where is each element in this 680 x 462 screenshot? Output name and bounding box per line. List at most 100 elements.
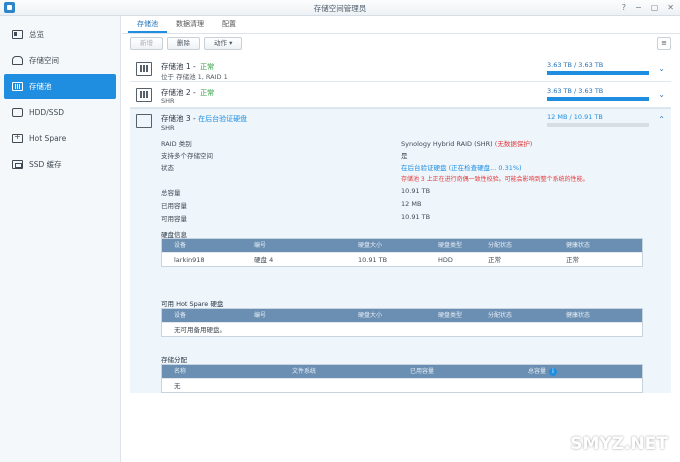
storage-pool-icon bbox=[136, 114, 152, 128]
pool-usage-fill bbox=[547, 97, 649, 101]
column-header: 编号 bbox=[254, 312, 267, 319]
column-header: 设备 bbox=[174, 242, 187, 249]
close-button[interactable]: ✕ bbox=[667, 2, 674, 13]
pool-name: 存储池 2 bbox=[161, 88, 191, 97]
volume-icon bbox=[12, 56, 23, 65]
sidebar-item-storage-pool[interactable]: 存储池 bbox=[4, 74, 116, 99]
pool-row[interactable]: 存储池 2 - 正常 SHR 3.63 TB / 3.63 TB ⌄ bbox=[130, 83, 671, 108]
column-header: 分配状态 bbox=[488, 242, 513, 249]
column-header: 健康状态 bbox=[566, 312, 591, 319]
chevron-down-icon[interactable]: ⌄ bbox=[658, 64, 665, 73]
pool-usage-bar bbox=[547, 71, 649, 75]
column-header: 硬盘大小 bbox=[358, 312, 383, 319]
table-header: 设备 编号 硬盘大小 硬盘类型 分配状态 健康状态 bbox=[162, 239, 642, 252]
table-row: 无可用备用硬盘。 bbox=[162, 322, 642, 336]
pool-usage-bar bbox=[547, 97, 649, 101]
table-row: 无 bbox=[162, 378, 642, 392]
pool-name: 存储池 3 bbox=[161, 114, 191, 123]
pool-usage-fill bbox=[547, 71, 649, 75]
empty-message: 无可用备用硬盘。 bbox=[174, 326, 226, 334]
chevron-up-icon[interactable]: ⌃ bbox=[658, 115, 665, 124]
column-header: 文件系统 bbox=[292, 368, 317, 375]
column-header: 硬盘类型 bbox=[438, 242, 463, 249]
hot-spare-icon bbox=[12, 132, 23, 143]
multi-volume-value: 是 bbox=[401, 152, 408, 160]
title-bar: 存储空间管理员 ? − ▢ ✕ bbox=[0, 0, 680, 16]
raid-type-label: RAID 类别 bbox=[161, 140, 192, 148]
storage-pool-icon bbox=[136, 88, 152, 102]
tab-divider bbox=[122, 33, 680, 34]
sidebar-item-label: 存储空间 bbox=[29, 56, 59, 65]
storage-pool-icon bbox=[136, 62, 152, 76]
used-capacity-label: 已用容量 bbox=[161, 202, 187, 210]
table-cell: HDD bbox=[438, 256, 453, 264]
column-header: 编号 bbox=[254, 242, 267, 249]
pool-capacity: 3.63 TB / 3.63 TB bbox=[547, 61, 604, 69]
sidebar-item-volume[interactable]: 存储空间 bbox=[4, 48, 116, 73]
disk-info-table: 设备 编号 硬盘大小 硬盘类型 分配状态 健康状态 larkin918 硬盘 4… bbox=[161, 238, 643, 267]
column-header: 硬盘类型 bbox=[438, 312, 463, 319]
status-label: 状态 bbox=[161, 164, 174, 172]
site-watermark: SMYZ.NET bbox=[570, 434, 668, 454]
table-header: 设备 编号 硬盘大小 硬盘类型 分配状态 健康状态 bbox=[162, 309, 642, 322]
table-row[interactable]: larkin918 硬盘 4 10.91 TB HDD 正常 正常 bbox=[162, 252, 642, 266]
action-dropdown[interactable]: 动作 ▾ bbox=[204, 37, 243, 50]
status-value: 在后台验证硬盘 (正在检查硬盘... 0.31%) bbox=[401, 164, 522, 172]
pool-capacity: 12 MB / 10.91 TB bbox=[547, 113, 603, 121]
column-header: 设备 bbox=[174, 312, 187, 319]
create-button[interactable]: 新增 bbox=[130, 37, 163, 50]
sidebar-item-overview[interactable]: 总览 bbox=[4, 22, 116, 47]
toolbar: 新增 删除 动作 ▾ bbox=[130, 37, 243, 50]
available-capacity-label: 可用容量 bbox=[161, 215, 187, 223]
sidebar-item-ssd-cache[interactable]: SSD 缓存 bbox=[4, 152, 116, 177]
empty-message: 无 bbox=[174, 382, 181, 390]
window-title: 存储空间管理员 bbox=[313, 4, 367, 13]
sidebar-item-label: HDD/SSD bbox=[29, 108, 65, 117]
table-cell: 正常 bbox=[566, 256, 579, 264]
pool-name: 存储池 1 bbox=[161, 62, 191, 71]
pool-capacity: 3.63 TB / 3.63 TB bbox=[547, 87, 604, 95]
pool-description: SHR bbox=[161, 124, 175, 132]
pool-description: 位于 存储池 1, RAID 1 bbox=[161, 73, 228, 81]
multi-volume-label: 支持多个存储空间 bbox=[161, 152, 213, 160]
raid-type-note: (无数据保护) bbox=[494, 140, 533, 148]
sidebar-item-label: Hot Spare bbox=[29, 134, 67, 143]
pool-status: 在后台验证硬盘 bbox=[198, 115, 248, 123]
table-cell: 10.91 TB bbox=[358, 256, 388, 264]
storage-manager-window: 存储空间管理员 ? − ▢ ✕ 总览 存储空间 存储池 HDD/SSD Hot … bbox=[0, 0, 680, 462]
tab-data-scrubbing[interactable]: 数据清理 bbox=[167, 16, 213, 33]
pool-details-panel: 存储池 3 - 在后台验证硬盘 SHR 12 MB / 10.91 TB ⌃ R… bbox=[130, 108, 671, 393]
column-header: 名称 bbox=[174, 368, 187, 375]
hot-spare-table: 设备 编号 硬盘大小 硬盘类型 分配状态 健康状态 无可用备用硬盘。 bbox=[161, 308, 643, 337]
column-header: 健康状态 bbox=[566, 242, 591, 249]
sidebar: 总览 存储空间 存储池 HDD/SSD Hot Spare SSD 缓存 bbox=[0, 16, 121, 462]
pool-usage-bar bbox=[547, 123, 649, 127]
table-cell: 硬盘 4 bbox=[254, 256, 274, 264]
maximize-button[interactable]: ▢ bbox=[651, 2, 659, 13]
info-icon[interactable]: i bbox=[549, 367, 558, 376]
sidebar-item-label: SSD 缓存 bbox=[29, 160, 62, 169]
column-header: 已用容量 bbox=[410, 368, 435, 375]
table-cell: larkin918 bbox=[174, 256, 205, 264]
view-toggle-button[interactable]: ≡ bbox=[657, 37, 671, 50]
storage-pool-icon bbox=[12, 82, 23, 91]
minimize-button[interactable]: − bbox=[635, 2, 642, 13]
pool-row[interactable]: 存储池 1 - 正常 位于 存储池 1, RAID 1 3.63 TB / 3.… bbox=[130, 57, 671, 82]
raid-type-value: Synology Hybrid RAID (SHR) bbox=[401, 140, 493, 148]
overview-icon bbox=[12, 30, 23, 39]
help-button[interactable]: ? bbox=[622, 2, 626, 13]
chevron-down-icon[interactable]: ⌄ bbox=[658, 90, 665, 99]
tab-storage-pool[interactable]: 存储池 bbox=[128, 16, 167, 33]
total-capacity-label: 总容量 bbox=[161, 189, 181, 197]
pool-description: SHR bbox=[161, 97, 175, 105]
sidebar-item-hdd-ssd[interactable]: HDD/SSD bbox=[4, 100, 116, 125]
used-capacity-value: 12 MB bbox=[401, 200, 422, 208]
status-warning: 存储池 3 上正在进行奇偶一致性校验。可能会影响到整个系统的性能。 bbox=[401, 176, 589, 183]
tab-settings[interactable]: 配置 bbox=[213, 16, 245, 33]
pool-status: 正常 bbox=[200, 63, 215, 71]
hdd-icon bbox=[12, 108, 23, 117]
column-header: 分配状态 bbox=[488, 312, 513, 319]
sidebar-item-hot-spare[interactable]: Hot Spare bbox=[4, 126, 116, 151]
column-header: 总容量 bbox=[528, 368, 547, 375]
delete-button[interactable]: 删除 bbox=[167, 37, 200, 50]
